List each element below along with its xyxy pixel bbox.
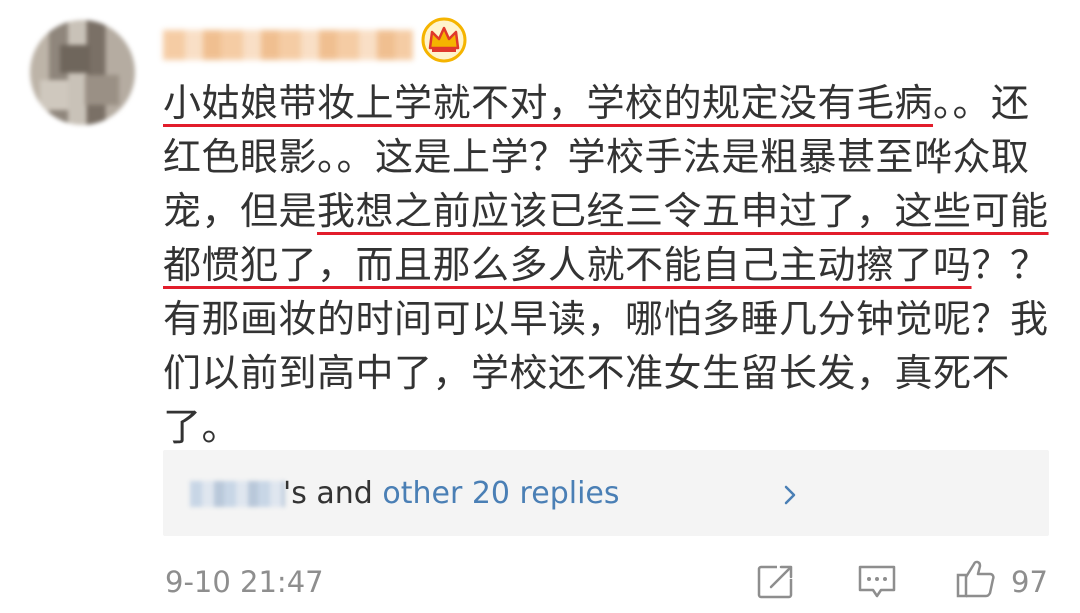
replies-suffix: 's and <box>283 476 383 511</box>
highlighted-text: 小姑娘带妆上学就不对，学校的规定没有毛病 <box>163 81 934 125</box>
comment-text-segment: ？？ <box>971 243 1049 287</box>
replies-summary[interactable]: 's and other 20 replies <box>283 474 620 514</box>
crown-icon <box>421 17 467 63</box>
forward-icon[interactable] <box>757 563 795 599</box>
timestamp: 9-10 21:47 <box>165 565 324 599</box>
comment-text-segment: 了。 <box>163 405 241 449</box>
comment-icon[interactable] <box>857 563 897 601</box>
username-blurred[interactable] <box>163 30 413 60</box>
like-count: 97 <box>1011 565 1048 599</box>
chevron-right-icon[interactable] <box>779 484 801 506</box>
comment-text-segment: 们以前到高中了，学校还不准女生留长发，真死不 <box>163 351 1011 395</box>
replies-preview[interactable]: 's and other 20 replies <box>163 450 1049 536</box>
comment-line: 红色眼影。。这是上学？学校手法是粗暴甚至哗众取 <box>163 130 1030 184</box>
highlighted-text: 我想之前应该已经三令五申过了，这些可能 <box>317 189 1049 233</box>
comment-text-segment: 红色眼影。。这是上学？学校手法是粗暴甚至哗众取 <box>163 135 1030 179</box>
comment-line: 有那画妆的时间可以早读，哪怕多睡几分钟觉呢？我 <box>163 292 1048 346</box>
comment-text: 小姑娘带妆上学就不对，学校的规定没有毛病。。还红色眼影。。这是上学？学校手法是粗… <box>163 76 1048 454</box>
avatar[interactable] <box>30 20 135 125</box>
reply-username-blurred[interactable] <box>190 481 285 507</box>
comment-line: 都惯犯了，而且那么多人就不能自己主动擦了吗？？ <box>163 238 1048 292</box>
comment-text-segment: 。。还 <box>933 81 1030 125</box>
comment-text-segment: 有那画妆的时间可以早读，哪怕多睡几分钟觉呢？我 <box>163 297 1049 341</box>
more-replies-link[interactable]: other 20 replies <box>382 476 619 511</box>
highlighted-text: 都惯犯了，而且那么多人就不能自己主动擦了吗 <box>163 243 972 287</box>
comment-line: 了。 <box>163 400 1028 454</box>
comment-line: 们以前到高中了，学校还不准女生留长发，真死不 <box>163 346 1028 400</box>
comment-text-segment: 宠，但是 <box>163 189 318 233</box>
comment-line: 小姑娘带妆上学就不对，学校的规定没有毛病。。还 <box>163 76 1030 130</box>
comment-line: 宠，但是我想之前应该已经三令五申过了，这些可能 <box>163 184 1048 238</box>
like-icon[interactable] <box>955 558 997 600</box>
